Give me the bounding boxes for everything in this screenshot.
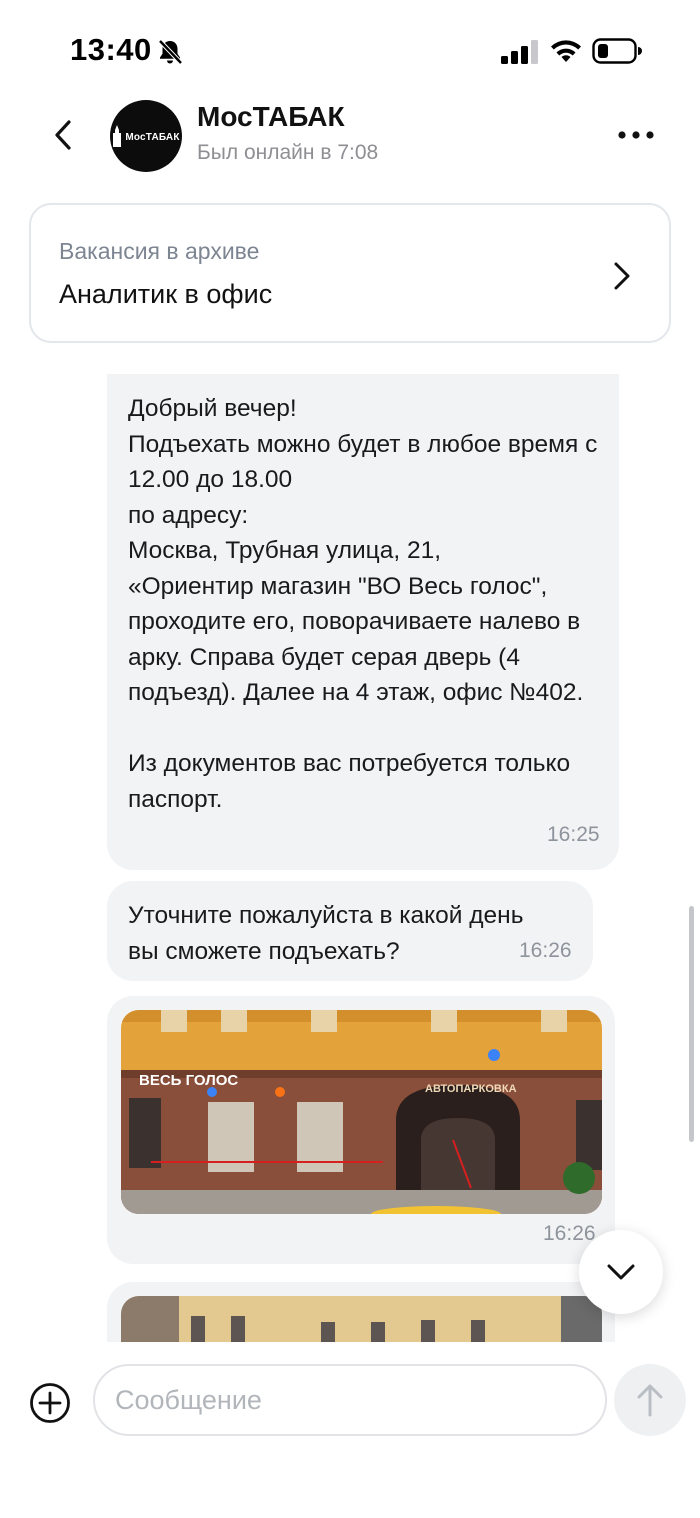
bell-slash-icon: [158, 39, 183, 65]
send-button[interactable]: [614, 1364, 686, 1436]
contact-status: Был онлайн в 7:08: [197, 141, 379, 164]
message-time: 16:26: [543, 1222, 596, 1245]
tower-icon: [113, 125, 122, 147]
parking-sign-text: АВТОПАРКОВКА: [425, 1083, 517, 1095]
wifi-icon: [551, 40, 581, 62]
status-time: 13:40: [70, 32, 152, 67]
scrollbar[interactable]: [689, 906, 694, 1142]
plus-circle-icon[interactable]: [29, 1382, 71, 1424]
vacancy-card[interactable]: Вакансия в архиве Аналитик в офис: [29, 203, 671, 343]
message-list[interactable]: Добрый вечер! Подъехать можно будет в лю…: [0, 374, 700, 1342]
street-photo[interactable]: ВЕСЬ ГОЛОС АВТОПАРКОВКА: [121, 1010, 602, 1214]
photo-message-bubble[interactable]: [107, 1282, 615, 1342]
street-photo[interactable]: [121, 1296, 602, 1342]
message-bubble[interactable]: Добрый вечер! Подъехать можно будет в лю…: [107, 374, 619, 870]
photo-message-bubble[interactable]: ВЕСЬ ГОЛОС АВТОПАРКОВКА 16:26: [107, 996, 615, 1264]
shop-sign-text: ВЕСЬ ГОЛОС: [139, 1072, 238, 1089]
message-bubble[interactable]: Уточните пожалуйста в какой день вы смож…: [107, 881, 593, 981]
message-time: 16:25: [547, 823, 600, 846]
more-horizontal-icon[interactable]: [616, 129, 656, 141]
status-bar: 13:40: [0, 0, 700, 100]
avatar-logo-text: МосТАБАК: [125, 132, 180, 143]
chevron-left-icon[interactable]: [48, 117, 78, 153]
cellular-signal-icon: [501, 40, 538, 64]
chevron-down-icon: [607, 1264, 635, 1280]
chevron-right-icon: [614, 262, 630, 290]
message-time: 16:26: [519, 939, 572, 962]
chat-header: МосТАБАК МосТАБАК Был онлайн в 7:08: [0, 95, 700, 195]
message-text: Добрый вечер! Подъехать можно будет в лю…: [128, 395, 598, 813]
scroll-down-button[interactable]: [579, 1230, 663, 1314]
battery-icon: [592, 38, 642, 64]
vacancy-title: Аналитик в офис: [59, 279, 273, 309]
contact-name[interactable]: МосТАБАК: [197, 101, 345, 133]
message-text: Уточните пожалуйста в какой день вы смож…: [128, 902, 524, 965]
avatar[interactable]: МосТАБАК: [110, 100, 182, 172]
message-composer: [0, 1342, 700, 1518]
vacancy-label: Вакансия в архиве: [59, 238, 260, 264]
arrow-up-icon: [637, 1384, 663, 1417]
message-input[interactable]: [93, 1364, 607, 1436]
